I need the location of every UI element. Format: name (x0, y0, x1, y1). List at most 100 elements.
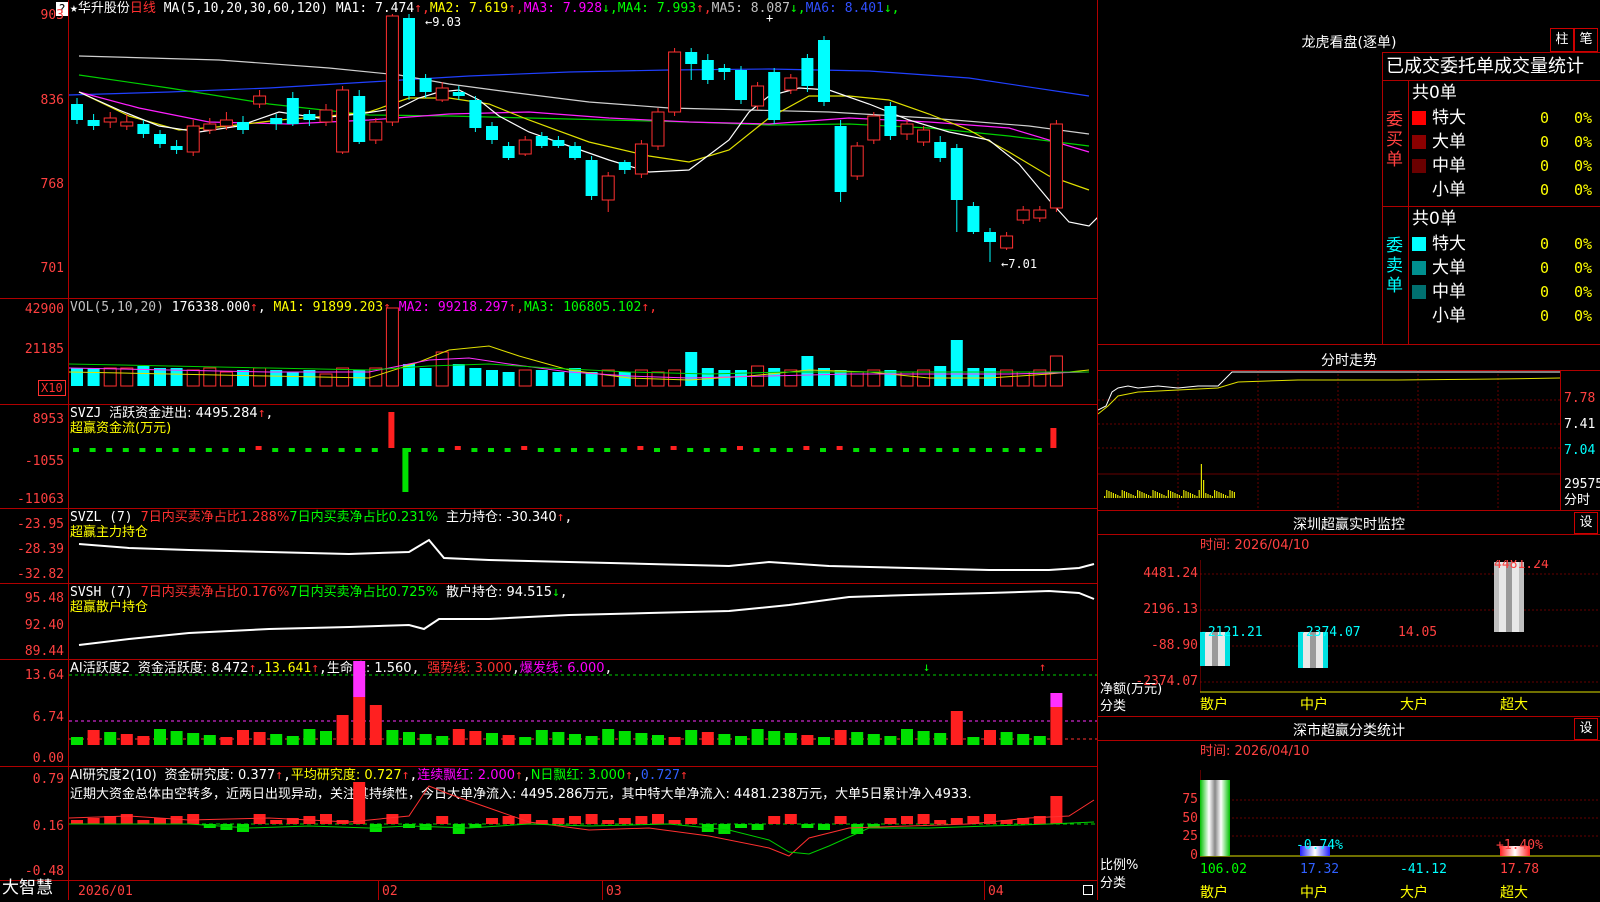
candlestick-chart[interactable]: ←9.03 ←7.01 + (69, 0, 1097, 298)
bar-view-button[interactable]: 柱 (1550, 28, 1574, 52)
flow-bar (604, 448, 611, 452)
research-bar (585, 814, 598, 824)
volume-bar (154, 368, 166, 386)
monitor-y-label: 4481.24 (1143, 566, 1198, 581)
activity-bar (818, 737, 830, 745)
monitor-settings-button[interactable]: 设 (1574, 512, 1598, 534)
classify-settings-button[interactable]: 设 (1574, 718, 1598, 740)
candle (87, 120, 100, 126)
intraday-volume-bar (1126, 492, 1128, 498)
research-bar (436, 816, 449, 824)
flow-bar (836, 446, 843, 450)
activity-bar (668, 737, 681, 745)
flow-bar (305, 448, 312, 452)
intraday-volume-bar (1209, 495, 1211, 498)
candle (120, 121, 134, 127)
research-bar (87, 818, 100, 824)
order-stat-row: 大单 0 0% (1412, 256, 1600, 280)
research-bar (386, 814, 399, 824)
svzl-chart[interactable] (69, 508, 1097, 583)
lock-icon[interactable] (1083, 885, 1093, 895)
volume-bar (286, 372, 299, 386)
ai-active-y-label: 6.74 (32, 710, 64, 725)
candle (768, 72, 781, 120)
sell-side-label: 委卖单 (1386, 236, 1403, 296)
candle (834, 126, 847, 192)
monitor-x-axis-label: 分类 (1100, 699, 1127, 714)
ai-research-chart[interactable] (69, 766, 1097, 880)
order-size-label: 特大 (1432, 234, 1466, 254)
monitor-value-label: -2121.21 (1200, 625, 1263, 640)
candle (237, 122, 249, 130)
activity-bar (369, 705, 382, 745)
intraday-volume-bar (1112, 493, 1114, 498)
flow-bar (139, 448, 146, 452)
activity-bar (436, 736, 449, 745)
candle (1016, 209, 1030, 221)
candle (1049, 123, 1063, 209)
flow-bar (1035, 448, 1042, 452)
research-bar (602, 820, 615, 824)
flow-bar (936, 448, 943, 452)
activity-bar (851, 732, 864, 745)
flow-bar (504, 448, 511, 452)
flow-bar (421, 448, 428, 452)
flow-bar (239, 448, 245, 452)
classify-chart[interactable] (1200, 770, 1600, 870)
volume-bar (319, 373, 333, 387)
flow-bar (156, 448, 162, 452)
order-stat-row: 中单 0 0% (1412, 154, 1600, 178)
intraday-volume-bar (1161, 494, 1163, 498)
chart-area[interactable]: ★华升股份日线 MA(5,10,20,30,60,120) MA1: 7.474… (0, 0, 1098, 900)
ai-research-y-label: 0.79 (32, 772, 64, 787)
research-bar (552, 818, 565, 824)
intraday-volume-bar (1121, 490, 1123, 498)
svzl-y-label: -28.39 (17, 542, 64, 557)
svzj-y-label: 8953 (32, 412, 64, 427)
research-bar (917, 814, 930, 824)
candle (219, 119, 233, 127)
candle (103, 117, 117, 123)
intraday-price: 7.78 (1564, 391, 1596, 406)
y-label: 836 (40, 93, 64, 108)
activity-bar (618, 731, 631, 745)
volume-chart[interactable] (69, 300, 1097, 404)
research-bar (851, 824, 864, 834)
classify-y-label: 75 (1182, 792, 1198, 807)
volume-bar (237, 370, 249, 386)
classify-bar-label: +1.40% (1496, 838, 1543, 853)
intraday-chart[interactable] (1098, 370, 1560, 510)
date-label: 2026/01 (78, 884, 133, 899)
intraday-volume-bar (1170, 491, 1172, 498)
candle (552, 140, 565, 146)
intraday-price: 7.04 (1564, 443, 1596, 458)
intraday-volume-bar (1150, 496, 1152, 498)
volume-bar (502, 372, 515, 386)
candle (286, 98, 299, 124)
candle (403, 18, 415, 96)
color-swatch (1412, 135, 1426, 149)
activity-bar (237, 730, 249, 745)
ai-active-chart[interactable]: ↓ ↑ (69, 659, 1097, 766)
category-label: 中户 (1300, 697, 1328, 713)
intraday-volume-bar (1214, 490, 1216, 498)
svzj-chart[interactable] (69, 404, 1097, 508)
flow-bar (571, 448, 577, 452)
volume-bar (685, 352, 698, 386)
research-bar (652, 814, 664, 824)
activity-bar (303, 729, 316, 745)
activity-bar (419, 734, 432, 745)
tick-view-button[interactable]: 笔 (1574, 28, 1598, 52)
svsh-chart[interactable] (69, 583, 1097, 659)
volume-bar (535, 370, 548, 386)
intraday-volume-bar (1148, 495, 1150, 498)
research-bar (170, 816, 183, 824)
svzj-y-label: -1055 (24, 454, 64, 469)
order-percent: 0% (1574, 259, 1593, 277)
research-bar (901, 816, 913, 824)
monitor-chart[interactable]: -2121.21 -2374.07 14.05 4481.24 (1200, 560, 1600, 710)
flow-bar (438, 448, 445, 452)
intraday-volume-bar (1139, 491, 1141, 498)
flow-bar (454, 446, 461, 450)
classify-y-label: 25 (1182, 829, 1198, 844)
